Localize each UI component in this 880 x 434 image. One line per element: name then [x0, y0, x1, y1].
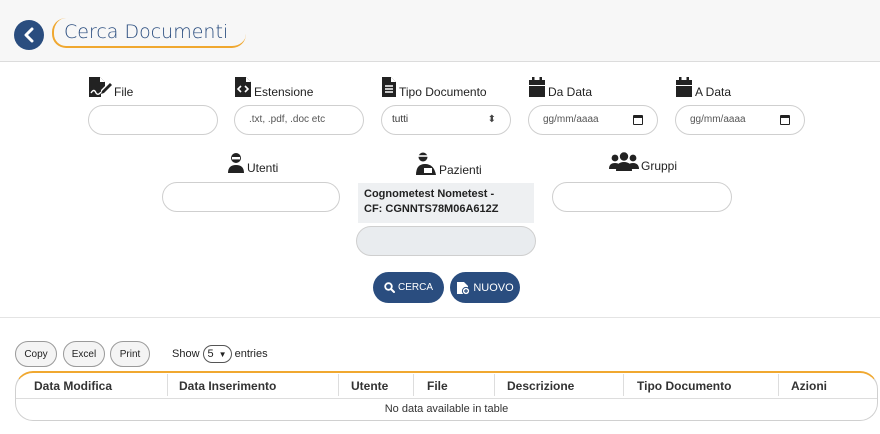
back-button[interactable] [14, 20, 44, 50]
file-signature-icon [89, 77, 112, 97]
documents-table: Data Modifica Data Inserimento Utente Fi… [15, 371, 878, 421]
excel-button[interactable]: Excel [63, 341, 105, 367]
search-icon [384, 282, 395, 293]
pazienti-label: Pazienti [415, 152, 482, 176]
file-text-icon [382, 77, 396, 97]
select-arrows-icon: ⬍ [487, 114, 496, 125]
a-data-label: A Data [675, 76, 731, 98]
column-header-utente[interactable]: Utente [351, 379, 388, 393]
estensione-input[interactable]: .txt, .pdf, .doc etc [234, 105, 364, 135]
copy-button[interactable]: Copy [15, 341, 57, 367]
new-button-label: NUOVO [473, 281, 514, 294]
selected-patient-name: Cognometest Nometest - [364, 188, 495, 200]
file-code-icon [235, 77, 251, 97]
column-divider [494, 374, 495, 396]
gruppi-input[interactable] [552, 182, 732, 212]
tipo-documento-label: Tipo Documento [381, 76, 487, 98]
entries-select[interactable]: 5 ▼ [202, 345, 232, 363]
column-divider [413, 374, 414, 396]
column-header-data-inserimento[interactable]: Data Inserimento [179, 379, 276, 393]
column-header-data-modifica[interactable]: Data Modifica [34, 379, 112, 393]
page-title-frame: Cerca Documenti [52, 18, 247, 48]
estensione-label: Estensione [234, 76, 313, 98]
file-input[interactable] [88, 105, 218, 135]
utenti-label-text: Utenti [247, 161, 279, 175]
user-injured-icon [416, 152, 436, 175]
column-divider [338, 374, 339, 396]
user-icon [228, 153, 244, 173]
calendar-icon [676, 77, 692, 97]
users-icon [609, 152, 639, 171]
date-picker-icon[interactable] [633, 115, 643, 125]
selected-patient-chip: Cognometest Nometest - CF: CGNNTS78M06A6… [358, 183, 534, 223]
new-button[interactable]: NUOVO [450, 272, 520, 303]
pazienti-input[interactable] [356, 226, 536, 256]
calendar-icon [529, 77, 545, 97]
column-divider [778, 374, 779, 396]
entries-value: 5 [207, 348, 214, 360]
estensione-label-text: Estensione [254, 85, 314, 99]
page-title: Cerca Documenti [64, 21, 229, 43]
section-divider [0, 317, 880, 318]
column-divider [623, 374, 624, 396]
page-length-control: Show 5 ▼ entries [172, 345, 268, 363]
entries-label: entries [234, 348, 268, 360]
column-header-tipo-documento[interactable]: Tipo Documento [637, 379, 731, 393]
print-button[interactable]: Print [110, 341, 150, 367]
selected-patient-cf: CF: CGNNTS78M06A612Z [364, 203, 499, 215]
utenti-input[interactable] [162, 182, 340, 212]
file-label-text: File [114, 85, 134, 99]
gruppi-label: Gruppi [609, 152, 677, 172]
empty-table-message: No data available in table [384, 403, 509, 415]
date-picker-icon[interactable] [780, 115, 790, 125]
a-data-label-text: A Data [695, 85, 732, 99]
search-button[interactable]: CERCA [373, 272, 444, 303]
column-header-file[interactable]: File [427, 379, 448, 393]
gruppi-label-text: Gruppi [641, 159, 678, 173]
a-data-placeholder: gg/mm/aaaa [690, 114, 746, 125]
a-data-input[interactable]: gg/mm/aaaa [675, 105, 805, 135]
tipo-documento-select[interactable]: tutti ⬍ [381, 105, 511, 135]
utenti-label: Utenti [227, 152, 278, 174]
estensione-placeholder: .txt, .pdf, .doc etc [249, 114, 326, 125]
file-medical-icon [457, 281, 471, 295]
da-data-input[interactable]: gg/mm/aaaa [528, 105, 658, 135]
chevron-down-icon: ▼ [218, 349, 227, 359]
da-data-label: Da Data [528, 76, 592, 98]
page-header: Cerca Documenti [0, 0, 880, 62]
da-data-placeholder: gg/mm/aaaa [543, 114, 599, 125]
header-row-divider [16, 398, 877, 399]
column-divider [167, 374, 168, 396]
da-data-label-text: Da Data [548, 85, 593, 99]
show-label: Show [172, 348, 200, 360]
column-header-descrizione[interactable]: Descrizione [507, 379, 574, 393]
file-label: File [88, 76, 133, 98]
column-header-azioni: Azioni [791, 379, 827, 393]
pazienti-label-text: Pazienti [439, 163, 482, 177]
tipo-documento-value: tutti [392, 114, 409, 125]
search-button-label: CERCA [397, 282, 433, 293]
chevron-left-icon [24, 27, 34, 43]
tipo-documento-label-text: Tipo Documento [399, 85, 487, 99]
